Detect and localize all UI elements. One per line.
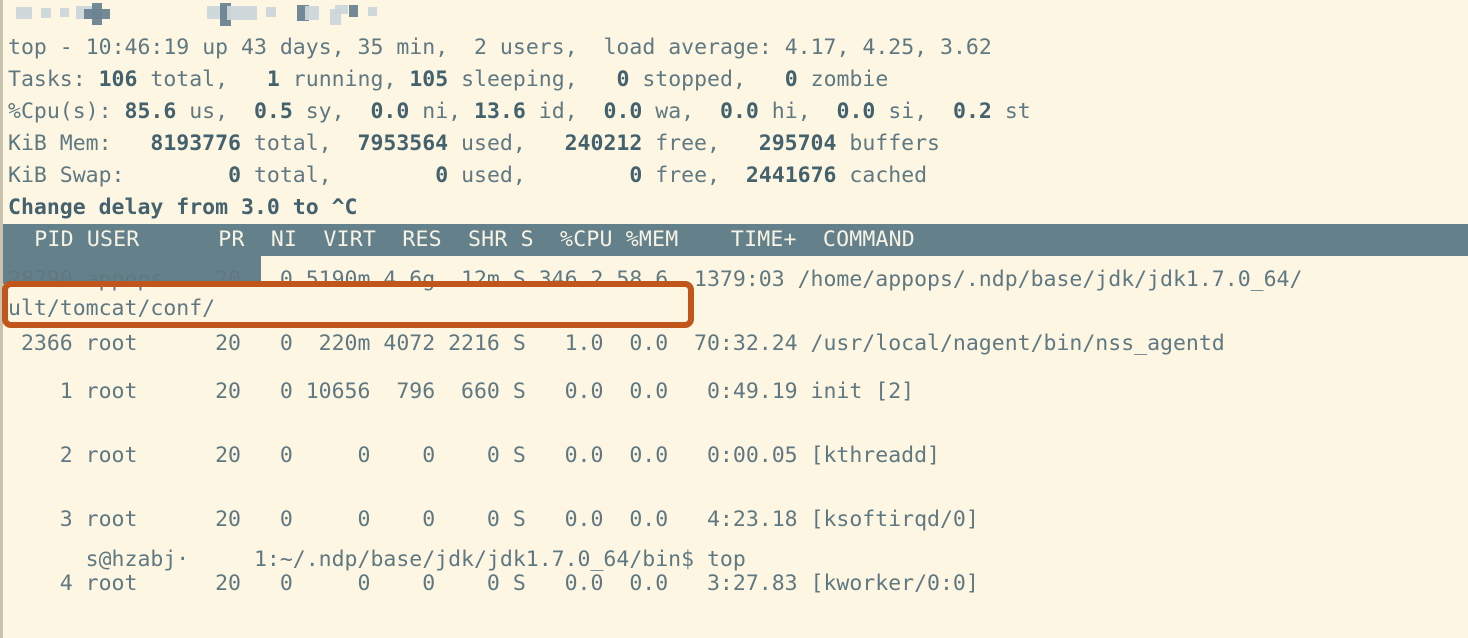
- cpu-si: 0.0: [836, 99, 876, 124]
- top-time: 10:46:19: [85, 35, 190, 60]
- cpu-sy: 0.5: [253, 99, 293, 124]
- redaction-block-9: [227, 6, 257, 20]
- window-left-border: [0, 0, 3, 638]
- table-row[interactable]: 28790 appops 20 0 5190m 4.6g 12m S 346.2…: [8, 264, 1468, 296]
- top-uptime: 43 days, 35 min: [241, 35, 436, 60]
- shell-prompt-line: s@hzabj· 1:~/.ndp/base/jdk/jdk1.7.0_64/b…: [8, 0, 1468, 572]
- redaction-block-2: [41, 8, 51, 18]
- header-gap: [8, 256, 1468, 264]
- terminal-output: s@hzabj· 1:~/.ndp/base/jdk/jdk1.7.0_64/b…: [8, 0, 1468, 572]
- redaction-block-10: [266, 7, 276, 17]
- top-tasks-line: Tasks: 106 total, 1 running, 105 sleepin…: [8, 67, 889, 92]
- top-mem-line: KiB Mem: 8193776 total, 7953564 used, 24…: [8, 131, 941, 156]
- redaction-block-3: [60, 8, 69, 17]
- mem-free: 240212: [564, 131, 643, 156]
- table-row[interactable]: 2 root 20 0 0 0 0 S 0.0 0.0 0:00.05 [kth…: [8, 424, 1468, 488]
- top-cpu-line: %Cpu(s): 85.6 us, 0.5 sy, 0.0 ni, 13.6 i…: [8, 99, 1031, 124]
- redaction-block-16: [368, 7, 377, 16]
- redaction-block-6: [84, 9, 110, 19]
- mem-used: 7953564: [357, 131, 449, 156]
- top-swap-line: KiB Swap: 0 total, 0 used, 0 free, 24416…: [8, 163, 928, 188]
- table-row[interactable]: 1 root 20 0 10656 796 660 S 0.0 0.0 0:49…: [8, 360, 1468, 424]
- tasks-total: 106: [98, 67, 138, 92]
- redaction-block-15: [349, 5, 358, 17]
- mem-total: 8193776: [150, 131, 241, 156]
- mem-buffers: 295704: [758, 131, 837, 156]
- redaction-block-14: [330, 9, 341, 25]
- cpu-ni: 0.0: [370, 99, 410, 124]
- table-row[interactable]: 4 root 20 0 0 0 0 S 0.0 0.0 3:27.83 [kwo…: [8, 552, 1468, 616]
- top-uptime-line: top - 10:46:19 up 43 days, 35 min, 2 use…: [8, 35, 992, 60]
- process-table-header-labels: PID USER PR NI VIRT RES SHR S %CPU %MEM …: [8, 227, 915, 252]
- terminal-window[interactable]: s@hzabj· 1:~/.ndp/base/jdk/jdk1.7.0_64/b…: [0, 0, 1468, 638]
- top-users: 2 users: [474, 35, 565, 60]
- swap-used: 0: [435, 163, 449, 188]
- swap-cached: 2441676: [745, 163, 837, 188]
- cpu-wa: 0.0: [603, 99, 643, 124]
- table-row[interactable]: 2366 root 20 0 220m 4072 2216 S 1.0 0.0 …: [8, 328, 1468, 360]
- tasks-running: 1: [266, 67, 280, 92]
- top-message-line: Change delay from 3.0 to ^C: [8, 192, 1468, 224]
- cpu-hi: 0.0: [720, 99, 759, 124]
- table-row[interactable]: 3 root 20 0 0 0 0 S 0.0 0.0 4:23.18 [kso…: [8, 488, 1468, 552]
- tasks-zombie: 0: [784, 67, 798, 92]
- process-table-body: 28790 appops 20 0 5190m 4.6g 12m S 346.2…: [8, 256, 1468, 616]
- cpu-st: 0.2: [953, 99, 992, 124]
- swap-free: 0: [629, 163, 643, 188]
- cpu-us: 85.6: [124, 99, 177, 124]
- redaction-block-12: [305, 6, 319, 20]
- tasks-sleeping: 105: [409, 67, 449, 92]
- swap-total: 0: [228, 163, 242, 188]
- cpu-id: 13.6: [474, 99, 526, 124]
- redaction-block-1: [16, 7, 32, 19]
- top-load-average: 4.17, 4.25, 3.62: [784, 35, 992, 60]
- table-row-wrapped-continuation: ult/tomcat/conf/: [8, 296, 216, 321]
- tasks-stopped: 0: [616, 67, 630, 92]
- process-table-header: PID USER PR NI VIRT RES SHR S %CPU %MEM …: [3, 224, 1468, 284]
